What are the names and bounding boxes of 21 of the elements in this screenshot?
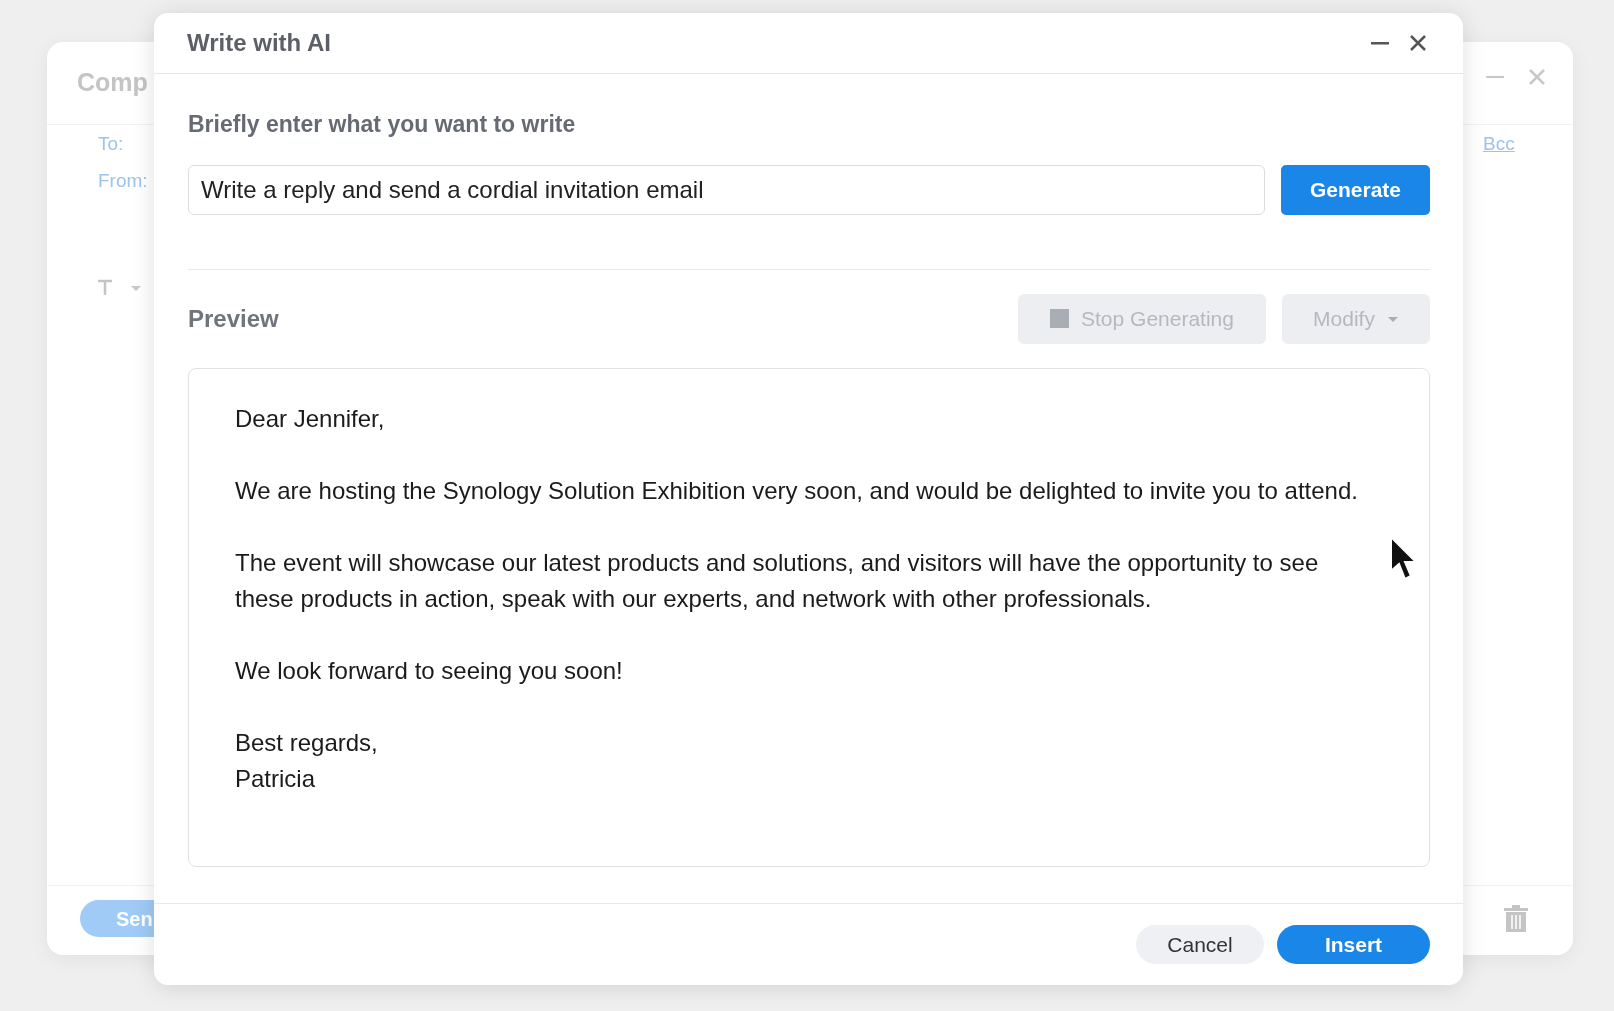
window-title: Comp [77,67,148,98]
preview-label: Preview [188,303,279,334]
preview-text: We are hosting the Synology Solution Exhibition very soon, and would be delighted to invite you to attend. [235,475,1359,506]
from-label: From: [98,169,148,193]
preview-text: We look forward to seeing you soon! [235,655,624,686]
preview-text: Dear Jennifer, [235,403,386,434]
prompt-field[interactable]: Write a reply and send a cordial invitation email [188,164,1265,215]
dialog-title: Write with AI [187,28,331,59]
trash-icon[interactable] [1503,905,1529,933]
text-format-icon[interactable] [96,278,114,296]
stop-icon [1050,309,1070,329]
preview-text: Patricia [235,763,317,794]
caret-icon [1386,314,1399,323]
caret-icon[interactable] [130,284,142,292]
to-label: To: [98,132,124,156]
preview-text: Best regards, [235,727,379,758]
cancel-button[interactable]: Cancel [1136,924,1264,964]
insert-button[interactable]: Insert [1277,924,1430,964]
prompt-label: Briefly enter what you want to write [188,110,577,140]
preview-text: The event will showcase our latest products and solutions, and visitors will have the opportunity to see these products in action, speak with our experts, and network with other professionals. [235,547,1320,614]
generate-button[interactable]: Generate [1281,164,1430,215]
